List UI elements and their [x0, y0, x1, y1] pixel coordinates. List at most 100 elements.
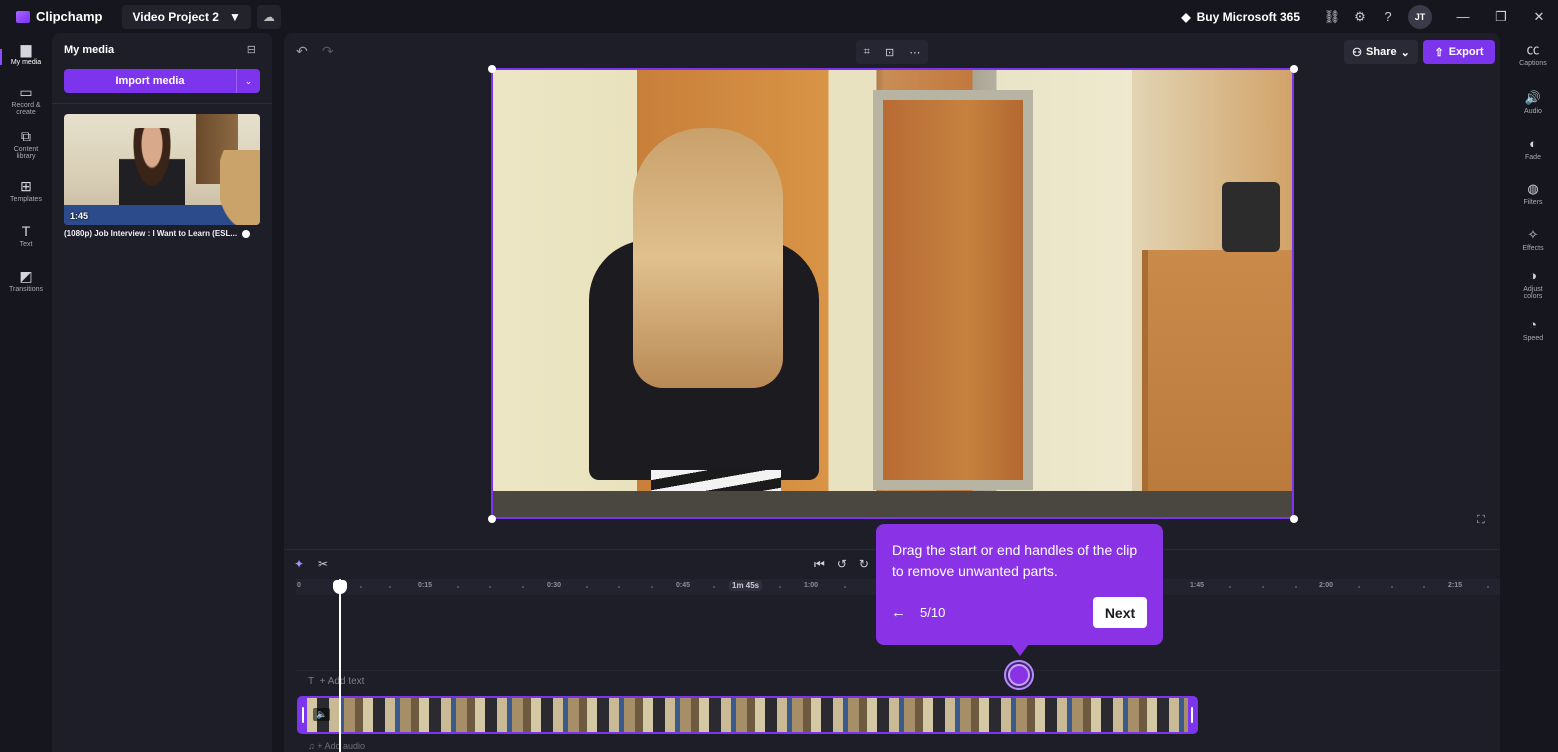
preview-cabinet [1142, 250, 1292, 517]
rail-item-text[interactable]: T Text [0, 223, 52, 248]
text-track[interactable]: T + Add text [296, 670, 1500, 692]
rewind-5-icon[interactable]: ↺ [837, 557, 847, 572]
resize-handle[interactable] [488, 65, 496, 73]
rail-item-content-library[interactable]: ⧉ Content library [0, 128, 52, 160]
media-duration: 1:45 [70, 211, 89, 221]
rail-item-my-media[interactable]: ▆ My media [0, 41, 52, 66]
minimize-icon[interactable]: — [1444, 9, 1482, 24]
share-people-icon: ⚇ [1352, 46, 1363, 59]
tick-dot [1262, 586, 1264, 588]
tick-label: 0 [297, 582, 301, 589]
resize-handle[interactable] [1290, 65, 1298, 73]
clip-volume-icon[interactable]: 🔈 [313, 708, 331, 721]
rail-label: Audio [1524, 108, 1542, 115]
crop-icon[interactable]: ⌗ [864, 46, 870, 59]
forward-5-icon[interactable]: ↻ [859, 557, 869, 572]
rail-item-captions[interactable]: ㏄ Captions [1508, 42, 1558, 67]
media-name-text: (1080p) Job Interview : I Want to Learn … [64, 229, 238, 238]
fullscreen-icon[interactable]: ⛶ [1477, 514, 1485, 527]
right-rail: ㏄ Captions 🔊 Audio ◐ Fade ◍ Filters ✧ Ef… [1508, 33, 1558, 752]
tick-dot [618, 586, 620, 588]
tooltip-text: Drag the start or end handles of the cli… [892, 542, 1138, 579]
restore-icon[interactable]: ❐ [1482, 9, 1520, 25]
cloud-sync-icon[interactable]: ☁ [256, 4, 281, 29]
add-audio-label[interactable]: ♫ + Add audio [308, 741, 365, 751]
more-icon[interactable]: ⋯ [909, 46, 920, 59]
adjust-colors-icon: ◑ [1529, 268, 1537, 283]
rail-item-speed[interactable]: ◔ Speed [1508, 317, 1558, 342]
close-icon[interactable]: ✕ [1520, 9, 1558, 25]
next-button[interactable]: Next [1093, 597, 1147, 628]
avatar[interactable]: JT [1408, 4, 1432, 29]
share-button[interactable]: ⚇ Share ⌄ [1344, 40, 1418, 64]
settings-gear-icon[interactable]: ⚙ [1346, 9, 1374, 25]
magic-sparkle-icon[interactable]: ✦ [294, 557, 304, 571]
rail-label: Adjust colors [1523, 286, 1543, 300]
tick-dot [1295, 586, 1297, 588]
app-name: Clipchamp [36, 9, 103, 24]
text-t-icon: T [308, 676, 315, 687]
add-audio-text: + Add audio [317, 741, 366, 751]
tick-label: 1:00 [804, 582, 819, 589]
export-button[interactable]: ⇧ Export [1423, 40, 1495, 64]
clip-end-handle[interactable] [1188, 698, 1196, 732]
rail-label: Effects [1522, 245, 1544, 252]
preview-door [873, 90, 1033, 490]
audio-icon: 🔊 [1524, 90, 1542, 105]
tooltip-step-count: 5/10 [920, 605, 946, 620]
rail-item-adjust-colors[interactable]: ◑ Adjust colors [1508, 268, 1558, 300]
clip-start-handle[interactable] [299, 698, 307, 732]
import-options-chevron-icon[interactable]: ⌄ [236, 69, 260, 93]
undo-icon[interactable]: ↶ [296, 43, 308, 60]
rail-item-templates[interactable]: ⊞ Templates [0, 178, 52, 203]
tick-label: 0:15 [418, 582, 433, 589]
tick-dot [1358, 586, 1360, 588]
onboarding-tooltip: Drag the start or end handles of the cli… [876, 524, 1163, 645]
add-text-label[interactable]: T + Add text [308, 676, 364, 687]
help-icon[interactable]: ? [1374, 9, 1402, 24]
media-thumbnail[interactable]: 1:45 [64, 114, 260, 225]
rail-item-filters[interactable]: ◍ Filters [1508, 181, 1558, 206]
playhead[interactable] [339, 579, 341, 752]
project-name-button[interactable]: Video Project 2 ▼ [122, 4, 251, 29]
video-clip[interactable]: 🔈 [297, 696, 1198, 734]
rail-label: Speed [1522, 335, 1544, 342]
rail-label: Transitions [9, 286, 43, 293]
rail-item-fade[interactable]: ◐ Fade [1508, 136, 1558, 161]
preview-toolbar: ⌗ ⊡ ⋯ [856, 40, 928, 64]
library-icon: ⧉ [21, 128, 31, 144]
chevron-down-icon: ⌄ [1400, 46, 1410, 59]
skip-to-start-icon[interactable]: ⏮ [814, 557, 825, 572]
back-arrow-icon[interactable]: ← [891, 604, 906, 621]
tick-dot [779, 586, 781, 588]
collapse-panel-icon[interactable]: ⊟ [247, 43, 256, 56]
tick-dot [844, 586, 846, 588]
scissors-icon[interactable]: ✂ [318, 557, 328, 571]
rail-item-transitions[interactable]: ◩ Transitions [0, 268, 52, 293]
media-item-name[interactable]: (1080p) Job Interview : I Want to Learn … [64, 229, 260, 238]
rail-item-record-create[interactable]: ▭ Record & create [0, 84, 52, 116]
import-media-button[interactable]: Import media [64, 69, 236, 93]
tick-label: 2:15 [1448, 582, 1463, 589]
buy-microsoft-365-button[interactable]: ◆ Buy Microsoft 365 [1181, 10, 1300, 24]
preview-phone [1222, 182, 1280, 252]
audio-track[interactable]: ♫ + Add audio [296, 738, 1500, 752]
resize-handle[interactable] [1290, 515, 1298, 523]
fit-icon[interactable]: ⊡ [885, 46, 894, 59]
redo-icon[interactable]: ↷ [322, 43, 334, 60]
music-note-icon: ♫ [308, 741, 315, 751]
clipchamp-logo-icon [16, 10, 30, 23]
link-icon[interactable]: ⛓ [1318, 9, 1346, 25]
added-check-icon [242, 229, 251, 238]
text-icon: T [21, 223, 31, 239]
tick-label: 0:30 [547, 582, 562, 589]
video-preview[interactable] [491, 68, 1294, 519]
tick-dot [489, 586, 491, 588]
rail-item-effects[interactable]: ✧ Effects [1508, 227, 1558, 252]
resize-handle[interactable] [488, 515, 496, 523]
playhead-handle[interactable] [333, 580, 347, 594]
rail-item-audio[interactable]: 🔊 Audio [1508, 90, 1558, 115]
captions-icon: ㏄ [1526, 42, 1540, 57]
tick-dot [1423, 586, 1425, 588]
tour-beacon-dot[interactable] [1008, 664, 1030, 686]
